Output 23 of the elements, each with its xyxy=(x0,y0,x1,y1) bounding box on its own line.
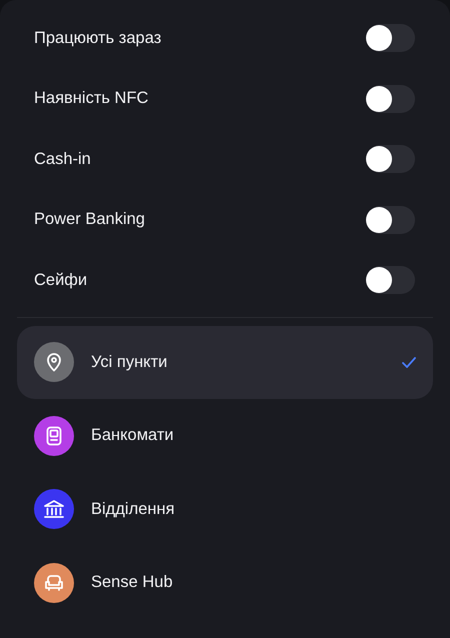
armchair-icon xyxy=(43,572,65,593)
category-label: Усі пункти xyxy=(91,352,168,372)
toggle-switch[interactable] xyxy=(366,24,415,52)
category-item[interactable]: Відділення xyxy=(17,472,433,546)
toggle-switch[interactable] xyxy=(366,145,415,174)
location-pin-icon xyxy=(45,352,63,372)
toggle-switch[interactable] xyxy=(366,266,415,294)
toggle-switch[interactable] xyxy=(366,84,415,113)
toggle-switch[interactable] xyxy=(366,206,415,234)
filter-label: Cash-in xyxy=(34,150,91,169)
filter-label: Power Banking xyxy=(34,210,145,230)
atm-icon xyxy=(45,426,63,446)
filter-label: Сейфи xyxy=(34,270,88,290)
category-item[interactable]: Усі пункти xyxy=(17,326,433,399)
bank-building-icon xyxy=(43,499,65,520)
category-label: Банкомати xyxy=(91,426,175,446)
category-item[interactable]: Sense Hub xyxy=(17,546,433,620)
category-label: Sense Hub xyxy=(91,573,174,592)
filter-label: Наявність NFC xyxy=(34,89,148,108)
category-label: Відділення xyxy=(91,500,176,519)
filter-label: Працюють зараз xyxy=(34,28,162,48)
checkmark-icon xyxy=(402,356,416,368)
category-item[interactable]: Банкомати xyxy=(17,399,433,472)
